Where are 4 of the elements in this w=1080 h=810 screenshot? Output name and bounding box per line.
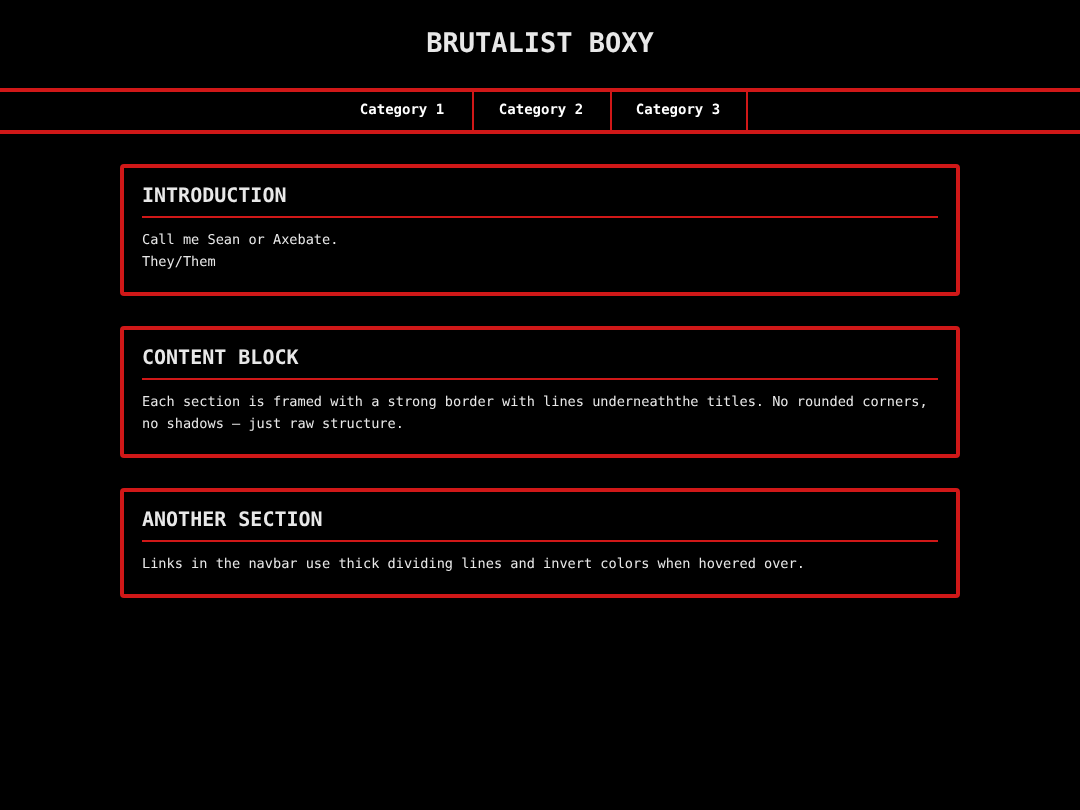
site-title: BRUTALIST BOXY xyxy=(426,25,654,64)
section-title: INTRODUCTION xyxy=(142,184,289,212)
section-title: CONTENT BLOCK xyxy=(142,346,301,374)
section-title: ANOTHER SECTION xyxy=(142,508,325,536)
